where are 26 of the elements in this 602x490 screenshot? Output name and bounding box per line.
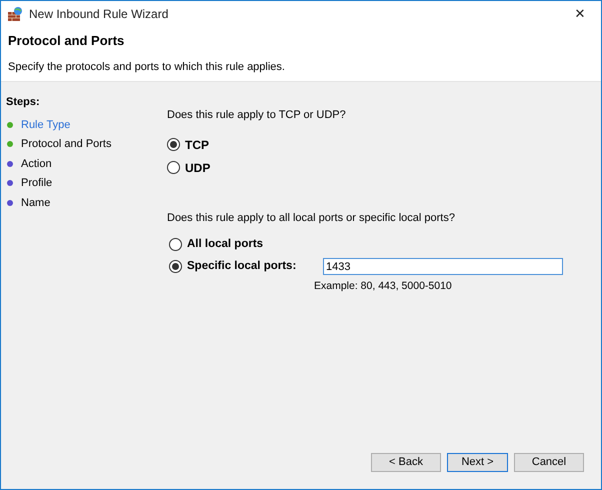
- firewall-icon: [7, 6, 23, 22]
- step-link[interactable]: Rule Type: [21, 116, 70, 133]
- radio-label: All local ports: [187, 237, 264, 252]
- ports-input-field[interactable]: 1433: [323, 258, 563, 276]
- step-label: Action: [21, 156, 52, 172]
- page-title: Protocol and Ports: [8, 32, 126, 50]
- wizard-button[interactable]: Next >: [447, 453, 508, 472]
- step-label: Profile: [21, 176, 52, 191]
- radio-button[interactable]: [169, 238, 182, 252]
- radio-label: Specific local ports:: [187, 259, 298, 274]
- window-title: New Inbound Rule Wizard: [29, 6, 168, 23]
- page-description: Specify the protocols and ports to which this rule applies.: [8, 60, 286, 74]
- ports-example: Example: 80, 443, 5000-5010: [314, 278, 453, 294]
- step-label: Name: [21, 196, 50, 210]
- step-label: Protocol and Ports: [21, 137, 112, 152]
- protocol-question: Does this rule apply to TCP or UDP?: [167, 108, 347, 123]
- radio-label: UDP: [185, 160, 210, 176]
- wizard-button[interactable]: Cancel: [514, 453, 584, 472]
- ports-question: Does this rule apply to all local ports or specific local ports?: [167, 210, 456, 226]
- radio-button[interactable]: [169, 260, 182, 274]
- close-button[interactable]: ✕: [565, 3, 595, 25]
- radio-label: TCP: [185, 136, 209, 154]
- radio-button[interactable]: [167, 138, 180, 151]
- wizard-button[interactable]: < Back: [371, 453, 441, 472]
- steps-heading: Steps:: [6, 95, 41, 110]
- radio-button[interactable]: [167, 161, 180, 174]
